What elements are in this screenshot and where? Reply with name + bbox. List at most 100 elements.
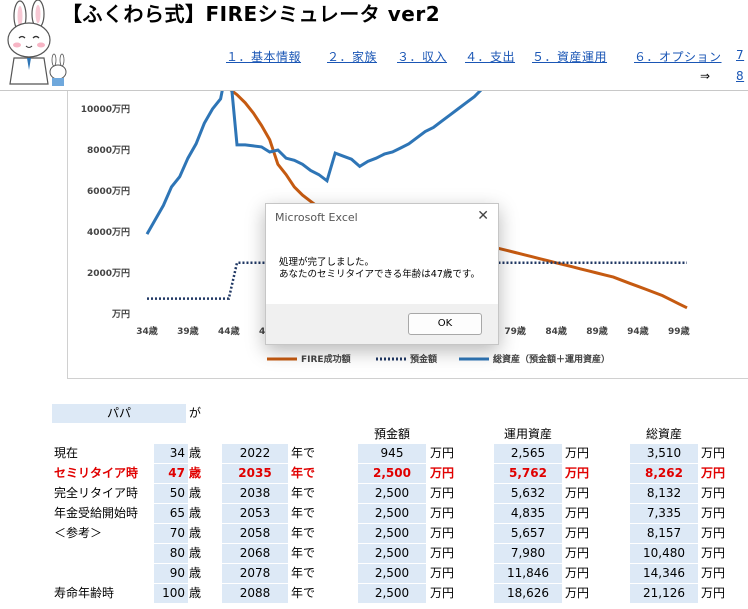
age-unit: 歳: [189, 546, 202, 560]
age-unit: 歳: [189, 506, 202, 520]
nav-link-7[interactable]: 7: [736, 48, 744, 62]
dialog-message-line2: あなたのセミリタイアできる年齢は47歳です。: [279, 269, 480, 280]
savings-unit: 万円: [430, 506, 455, 520]
investment-cell[interactable]: 5,657: [494, 524, 562, 543]
investment-cell[interactable]: 7,980: [494, 544, 562, 563]
person-name-cell[interactable]: パパ: [52, 404, 186, 423]
investment-unit: 万円: [565, 566, 590, 580]
x-tick-label: 99歳: [668, 325, 690, 337]
year-unit: 年で: [291, 506, 316, 520]
age-unit: 歳: [189, 586, 202, 600]
savings-cell[interactable]: 2,500: [358, 564, 426, 583]
year-unit: 年で: [291, 486, 316, 500]
year-cell[interactable]: 2078: [222, 564, 288, 583]
total-cell[interactable]: 8,132: [630, 484, 698, 503]
investment-cell[interactable]: 5,762: [494, 464, 562, 483]
x-tick-label: 79歳: [504, 325, 526, 337]
y-tick-label: 10000万円: [81, 104, 130, 115]
y-tick-label: 6000万円: [87, 186, 130, 197]
nav-link-expense[interactable]: ４．支出: [465, 48, 515, 65]
savings-cell[interactable]: 945: [358, 444, 426, 463]
nav-arrow: ⇒: [700, 69, 711, 83]
investment-unit: 万円: [565, 446, 590, 460]
age-cell[interactable]: 34: [154, 444, 188, 463]
age-cell[interactable]: 50: [154, 484, 188, 503]
y-tick-label: 2000万円: [87, 268, 130, 279]
savings-unit: 万円: [430, 486, 455, 500]
row-label: [54, 544, 152, 563]
year-unit: 年で: [291, 546, 316, 560]
header-savings: 預金額: [373, 427, 410, 441]
nav-link-income[interactable]: ３．収入: [397, 48, 447, 65]
total-cell[interactable]: 21,126: [630, 584, 698, 603]
total-cell[interactable]: 10,480: [630, 544, 698, 563]
total-cell[interactable]: 8,262: [630, 464, 698, 483]
total-unit: 万円: [701, 586, 726, 600]
investment-cell[interactable]: 5,632: [494, 484, 562, 503]
year-unit: 年で: [291, 526, 316, 540]
row-label: [54, 564, 152, 583]
message-dialog: Microsoft Excel ✕ 処理が完了しました。 あなたのセミリタイアで…: [265, 203, 499, 345]
header-investment: 運用資産: [503, 427, 552, 441]
age-unit: 歳: [189, 566, 202, 580]
savings-unit: 万円: [430, 586, 455, 600]
year-cell[interactable]: 2068: [222, 544, 288, 563]
savings-cell[interactable]: 2,500: [358, 504, 426, 523]
age-cell[interactable]: 47: [154, 464, 188, 483]
total-cell[interactable]: 14,346: [630, 564, 698, 583]
savings-unit: 万円: [430, 566, 455, 580]
age-unit: 歳: [189, 466, 202, 480]
age-unit: 歳: [189, 486, 202, 500]
investment-cell[interactable]: 2,565: [494, 444, 562, 463]
dialog-message-line1: 処理が完了しました。: [279, 257, 375, 268]
year-cell[interactable]: 2058: [222, 524, 288, 543]
nav-link-family[interactable]: ２．家族: [327, 48, 377, 65]
nav-link-8[interactable]: 8: [736, 69, 744, 83]
row-label: 現在: [54, 446, 79, 460]
age-cell[interactable]: 65: [154, 504, 188, 523]
nav-link-option[interactable]: ６．オプション: [634, 48, 722, 65]
row-label: ＜参考＞: [54, 526, 103, 540]
x-tick-label: 89歳: [586, 325, 608, 337]
x-tick-label: 44歳: [218, 325, 240, 337]
year-cell[interactable]: 2022: [222, 444, 288, 463]
y-tick-label: 8000万円: [87, 145, 130, 156]
year-cell[interactable]: 2088: [222, 584, 288, 603]
age-unit: 歳: [189, 446, 202, 460]
row-label: 完全リタイア時: [54, 486, 139, 500]
investment-unit: 万円: [565, 506, 590, 520]
year-cell[interactable]: 2038: [222, 484, 288, 503]
investment-cell[interactable]: 4,835: [494, 504, 562, 523]
savings-cell[interactable]: 2,500: [358, 544, 426, 563]
investment-unit: 万円: [565, 466, 590, 480]
age-cell[interactable]: 70: [154, 524, 188, 543]
savings-cell[interactable]: 2,500: [358, 464, 426, 483]
savings-cell[interactable]: 2,500: [358, 524, 426, 543]
year-unit: 年で: [291, 566, 316, 580]
investment-cell[interactable]: 18,626: [494, 584, 562, 603]
nav-link-asset-management[interactable]: ５．資産運用: [532, 48, 607, 65]
nav-link-basic-info[interactable]: １．基本情報: [226, 48, 301, 65]
year-cell[interactable]: 2053: [222, 504, 288, 523]
ok-button[interactable]: OK: [408, 313, 482, 335]
row-label: 年金受給開始時: [54, 506, 139, 520]
savings-cell[interactable]: 2,500: [358, 484, 426, 503]
savings-cell[interactable]: 2,500: [358, 584, 426, 603]
investment-unit: 万円: [565, 486, 590, 500]
total-unit: 万円: [701, 486, 726, 500]
dialog-footer: OK: [266, 304, 498, 344]
year-cell[interactable]: 2035: [222, 464, 288, 483]
savings-unit: 万円: [430, 546, 455, 560]
total-cell[interactable]: 7,335: [630, 504, 698, 523]
investment-cell[interactable]: 11,846: [494, 564, 562, 583]
age-cell[interactable]: 90: [154, 564, 188, 583]
age-cell[interactable]: 100: [154, 584, 188, 603]
total-cell[interactable]: 3,510: [630, 444, 698, 463]
close-icon[interactable]: ✕: [477, 208, 489, 224]
x-tick-label: 39歳: [177, 325, 199, 337]
legend-label: 預金額: [410, 353, 437, 365]
total-cell[interactable]: 8,157: [630, 524, 698, 543]
age-cell[interactable]: 80: [154, 544, 188, 563]
investment-unit: 万円: [565, 546, 590, 560]
year-unit: 年で: [291, 586, 316, 600]
